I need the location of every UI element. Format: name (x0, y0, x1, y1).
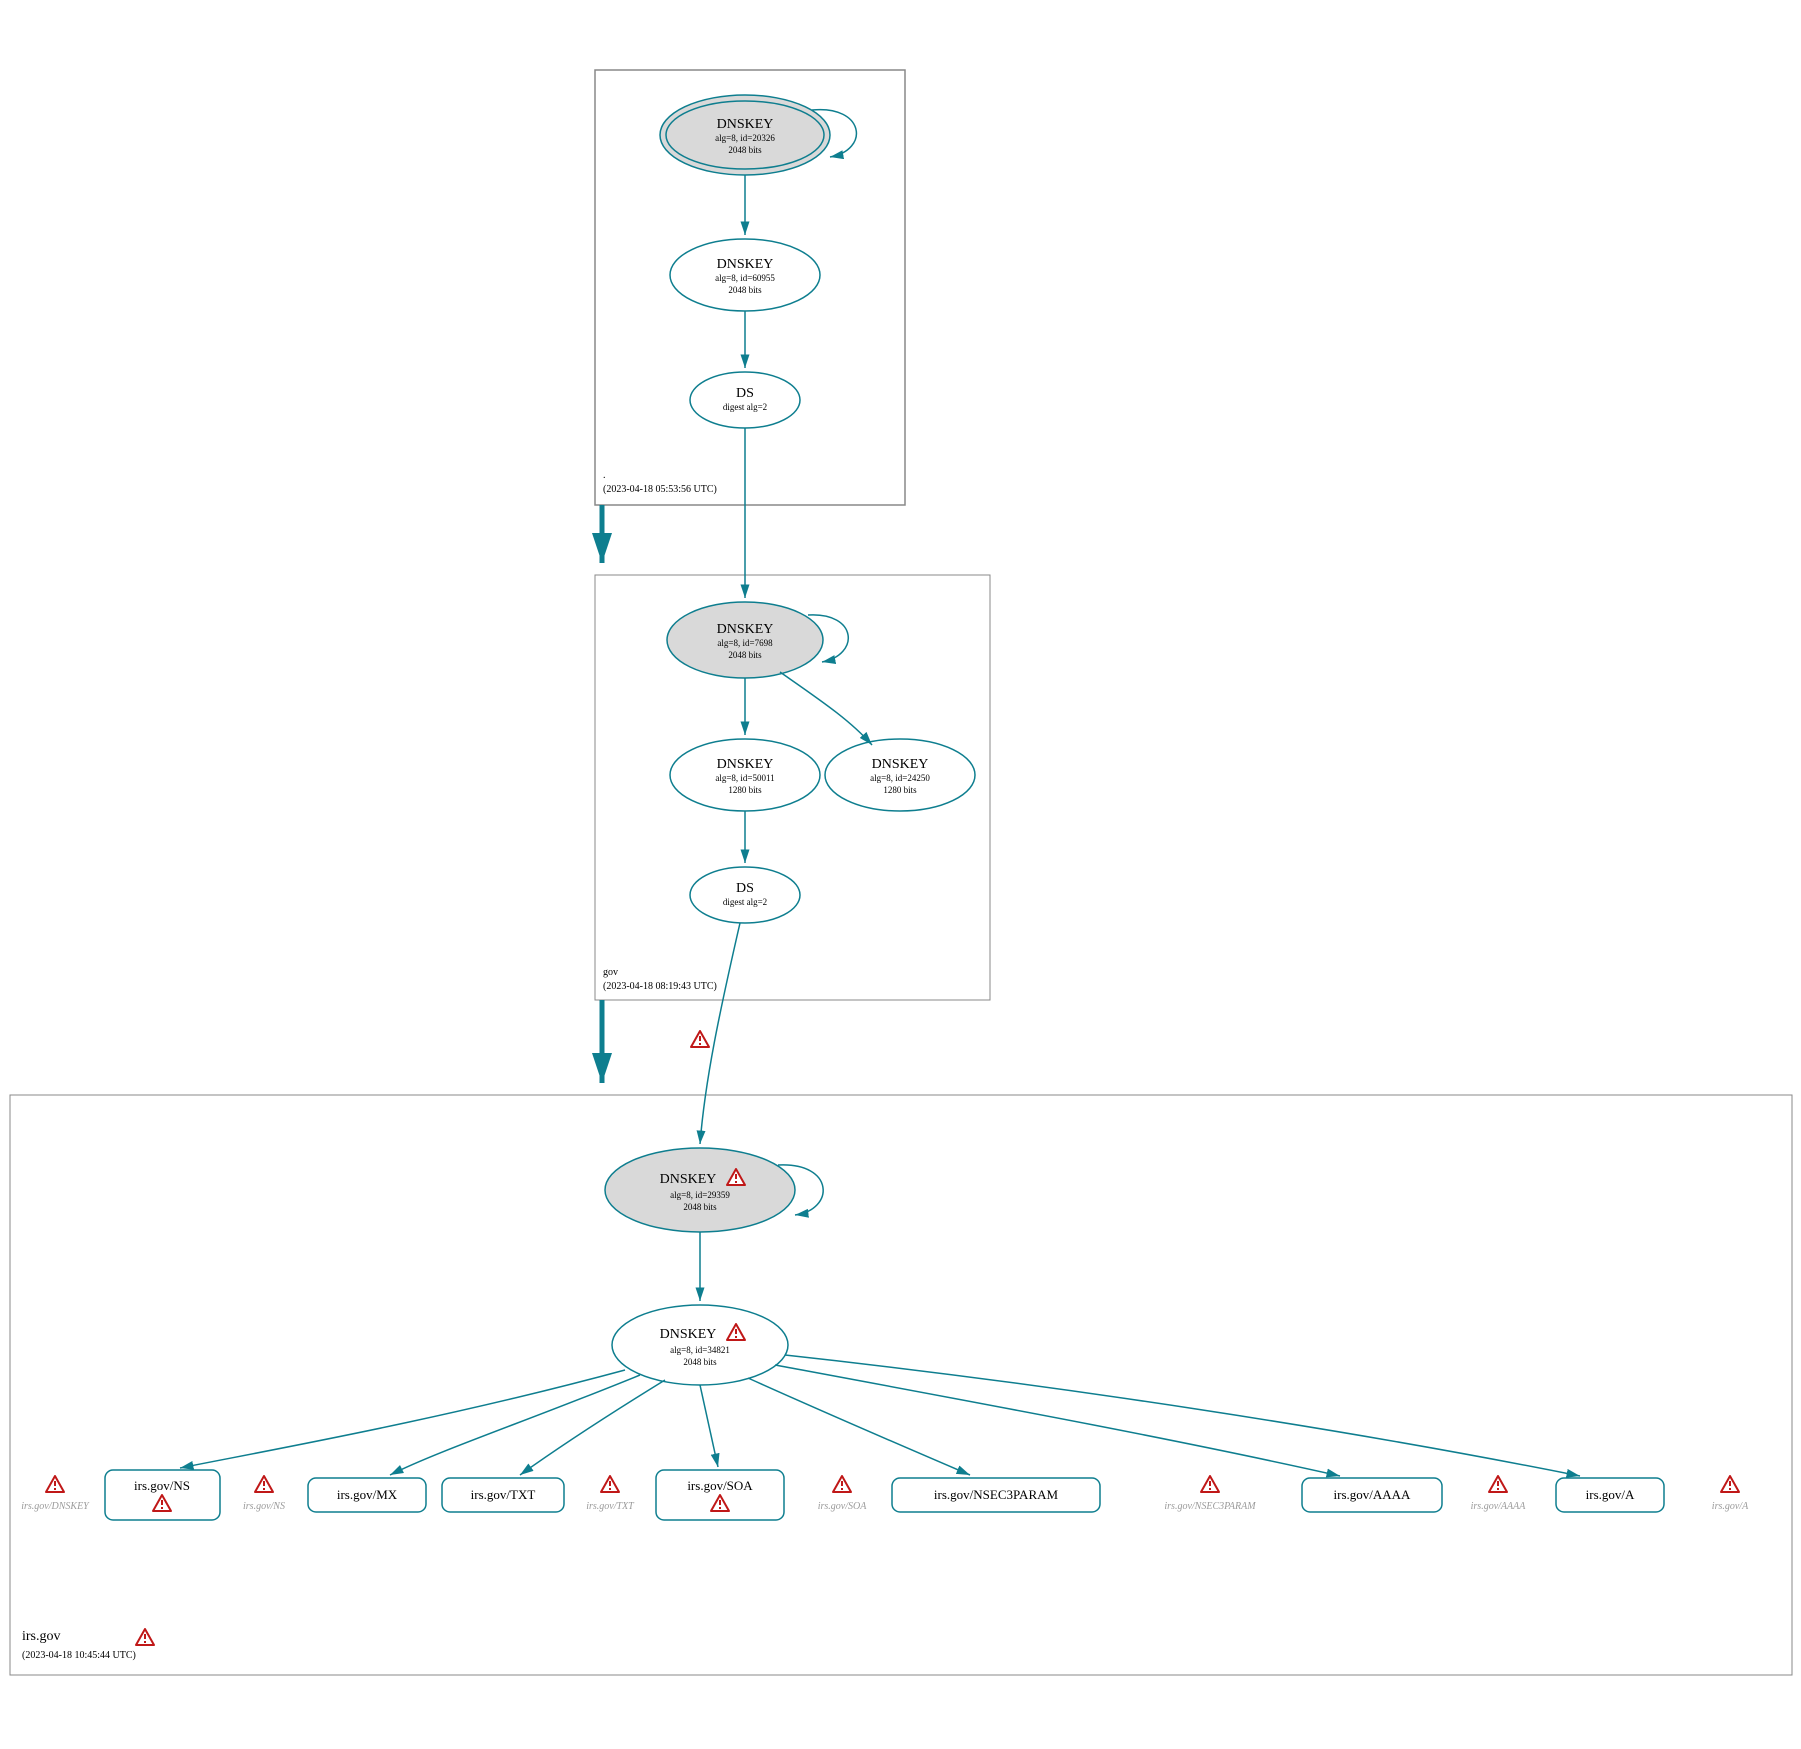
warning-icon (1489, 1476, 1507, 1492)
svg-text:digest alg=2: digest alg=2 (723, 897, 767, 907)
svg-text:irs.gov/SOA: irs.gov/SOA (818, 1501, 868, 1512)
svg-text:irs.gov/NSEC3PARAM: irs.gov/NSEC3PARAM (1164, 1501, 1256, 1512)
svg-text:alg=8, id=60955: alg=8, id=60955 (715, 273, 775, 283)
svg-text:irs.gov/NSEC3PARAM: irs.gov/NSEC3PARAM (934, 1487, 1059, 1502)
svg-text:irs.gov/NS: irs.gov/NS (134, 1478, 190, 1493)
svg-text:alg=8, id=7698: alg=8, id=7698 (717, 638, 773, 648)
zone-gov-timestamp: (2023-04-18 08:19:43 UTC) (603, 981, 717, 992)
svg-text:DNSKEY: DNSKEY (717, 757, 774, 772)
zone-irs (10, 1095, 1792, 1675)
warning-icon (1201, 1476, 1219, 1492)
warning-icon (46, 1476, 64, 1492)
svg-text:irs.gov/AAAA: irs.gov/AAAA (1334, 1487, 1412, 1502)
zone-irs-timestamp: (2023-04-18 10:45:44 UTC) (22, 1650, 136, 1661)
warning-icon (691, 1031, 709, 1047)
svg-text:irs.gov/MX: irs.gov/MX (337, 1487, 398, 1502)
zone-gov-name: gov (603, 967, 618, 978)
zone-irs-name: irs.gov (22, 1629, 61, 1644)
warning-icon (833, 1476, 851, 1492)
svg-text:irs.gov/NS: irs.gov/NS (243, 1501, 285, 1512)
svg-text:DS: DS (736, 386, 754, 401)
svg-text:2048 bits: 2048 bits (683, 1202, 717, 1212)
svg-text:DNSKEY: DNSKEY (660, 1327, 717, 1342)
svg-text:alg=8, id=50011: alg=8, id=50011 (715, 773, 774, 783)
edge-govds-to-irsksk (700, 923, 740, 1144)
svg-text:digest alg=2: digest alg=2 (723, 402, 767, 412)
dnssec-diagram: . (2023-04-18 05:53:56 UTC) DNSKEY alg=8… (0, 0, 1801, 1749)
svg-text:irs.gov/AAAA: irs.gov/AAAA (1471, 1501, 1527, 1512)
svg-text:irs.gov/SOA: irs.gov/SOA (687, 1478, 753, 1493)
svg-text:irs.gov/A: irs.gov/A (1586, 1487, 1635, 1502)
warning-icon (255, 1476, 273, 1492)
svg-text:DNSKEY: DNSKEY (872, 757, 929, 772)
svg-text:irs.gov/A: irs.gov/A (1712, 1501, 1749, 1512)
svg-text:2048 bits: 2048 bits (728, 650, 762, 660)
svg-text:DNSKEY: DNSKEY (717, 117, 774, 132)
svg-text:2048 bits: 2048 bits (683, 1357, 717, 1367)
svg-text:2048 bits: 2048 bits (728, 285, 762, 295)
svg-text:irs.gov/TXT: irs.gov/TXT (586, 1501, 635, 1512)
svg-text:DS: DS (736, 881, 754, 896)
svg-text:DNSKEY: DNSKEY (717, 622, 774, 637)
svg-text:irs.gov/DNSKEY: irs.gov/DNSKEY (21, 1501, 90, 1512)
warning-icon (601, 1476, 619, 1492)
warning-icon (1721, 1476, 1739, 1492)
zone-root-name: . (603, 470, 606, 481)
svg-text:alg=8, id=24250: alg=8, id=24250 (870, 773, 930, 783)
svg-text:DNSKEY: DNSKEY (717, 257, 774, 272)
svg-text:alg=8, id=20326: alg=8, id=20326 (715, 133, 775, 143)
zone-root-timestamp: (2023-04-18 05:53:56 UTC) (603, 484, 717, 495)
svg-text:irs.gov/TXT: irs.gov/TXT (471, 1487, 536, 1502)
svg-text:2048 bits: 2048 bits (728, 145, 762, 155)
svg-text:alg=8, id=29359: alg=8, id=29359 (670, 1190, 730, 1200)
edge-govksk-to-zsk2 (780, 672, 872, 745)
warning-icon (136, 1629, 154, 1645)
rrset-row: irs.gov/DNSKEY irs.gov/NS irs.gov/NS irs… (21, 1355, 1749, 1520)
svg-text:DNSKEY: DNSKEY (660, 1172, 717, 1187)
svg-text:1280 bits: 1280 bits (728, 785, 762, 795)
svg-text:alg=8, id=34821: alg=8, id=34821 (670, 1345, 730, 1355)
svg-text:1280 bits: 1280 bits (883, 785, 917, 795)
